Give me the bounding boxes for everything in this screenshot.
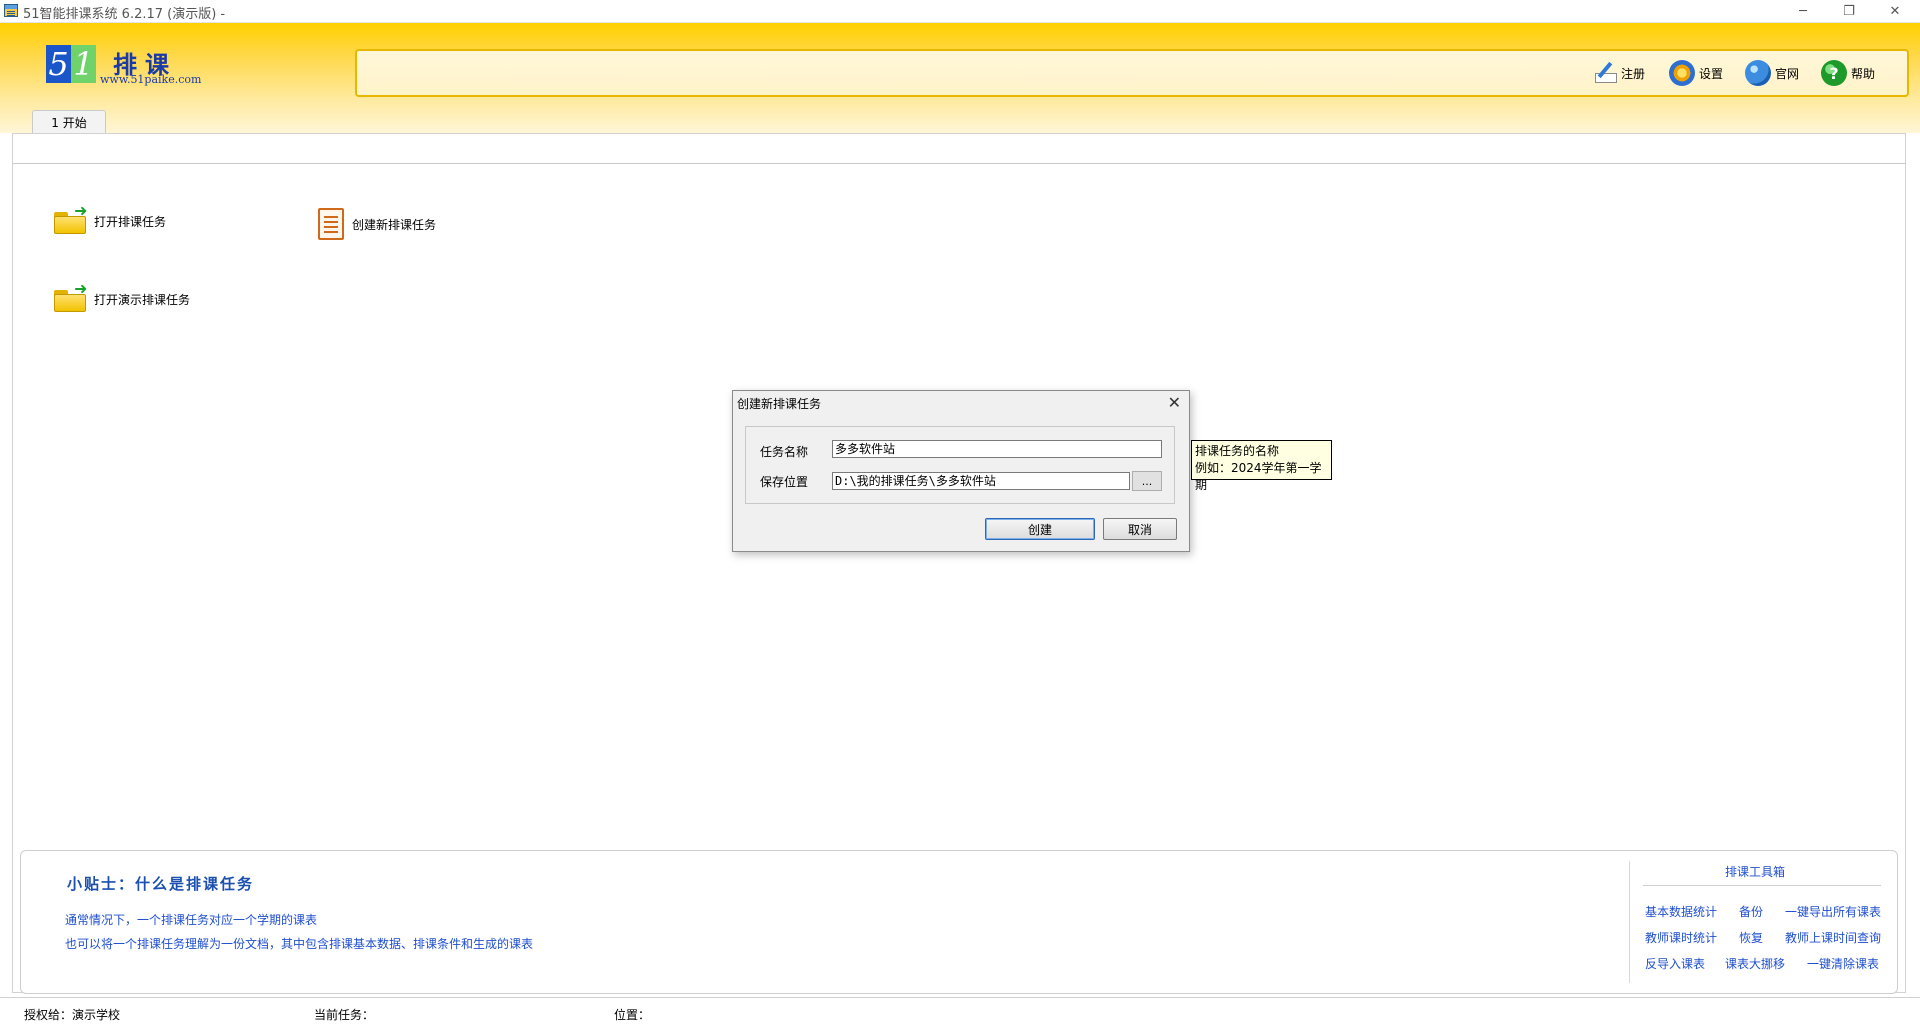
status-licensed: 授权给：演示学校 bbox=[24, 1008, 121, 1022]
logo: 5 1 bbox=[46, 45, 96, 83]
toolbox-link-teacher-time-query[interactable]: 教师上课时间查询 bbox=[1785, 929, 1881, 946]
status-bar: 授权给：演示学校 当前任务： 位置： bbox=[0, 997, 1920, 1028]
dialog-fields-group: 任务名称 多多软件站 保存位置 D:\我的排课任务\多多软件站 ... bbox=[745, 426, 1175, 504]
website-label: 官网 bbox=[1775, 66, 1800, 81]
content-divider bbox=[12, 163, 1906, 164]
tips-line-2: 也可以将一个排课任务理解为一份文档，其中包含排课基本数据、排课条件和生成的课表 bbox=[65, 937, 534, 951]
toolbox-link-backup[interactable]: 备份 bbox=[1739, 903, 1763, 920]
logo-url: www.51paike.com bbox=[100, 73, 202, 86]
help-icon: ? bbox=[1821, 60, 1847, 86]
register-button[interactable]: 注册 bbox=[1593, 59, 1645, 87]
status-location: 位置： bbox=[614, 1008, 651, 1022]
toolbox-title: 排课工具箱 bbox=[1725, 865, 1786, 879]
toolbox-link-restore[interactable]: 恢复 bbox=[1739, 929, 1763, 946]
task-name-label: 任务名称 bbox=[760, 445, 809, 459]
tips-panel: 小贴士：什么是排课任务 通常情况下，一个排课任务对应一个学期的课表 也可以将一个… bbox=[20, 850, 1898, 994]
register-label: 注册 bbox=[1621, 66, 1646, 81]
app-header: 5 1 排课 www.51paike.com 注册 设置 官网 ? 帮助 bbox=[0, 23, 1920, 133]
gear-icon bbox=[1669, 60, 1695, 86]
toolbox-link-teacher-hours[interactable]: 教师课时统计 bbox=[1645, 929, 1717, 946]
tips-title: 小贴士：什么是排课任务 bbox=[67, 875, 255, 893]
create-task-label: 创建新排课任务 bbox=[352, 217, 437, 232]
task-name-input[interactable]: 多多软件站 bbox=[832, 440, 1162, 458]
toolbox-link-export-all[interactable]: 一键导出所有课表 bbox=[1785, 903, 1881, 920]
globe-icon bbox=[1745, 60, 1771, 86]
register-pen-icon bbox=[1593, 61, 1617, 85]
website-button[interactable]: 官网 bbox=[1745, 59, 1799, 87]
tooltip-line-1: 排课任务的名称 bbox=[1195, 444, 1280, 458]
window-titlebar: 51智能排课系统 6.2.17 (演示版) - ─ ❐ ✕ bbox=[0, 0, 1920, 23]
logo-digit-1: 1 bbox=[71, 45, 96, 83]
tips-line-1: 通常情况下，一个排课任务对应一个学期的课表 bbox=[65, 913, 318, 927]
dialog-close-icon[interactable]: ✕ bbox=[1168, 393, 1181, 412]
help-label: 帮助 bbox=[1851, 66, 1876, 81]
app-icon bbox=[4, 4, 18, 17]
cancel-button[interactable]: 取消 bbox=[1103, 518, 1177, 540]
open-demo-task-label: 打开演示排课任务 bbox=[94, 292, 191, 307]
task-name-tooltip: 排课任务的名称 例如：2024学年第一学期 bbox=[1191, 440, 1332, 492]
toolbox-link-basic-stats[interactable]: 基本数据统计 bbox=[1645, 903, 1717, 920]
browse-button[interactable]: ... bbox=[1132, 471, 1162, 491]
open-demo-task-action[interactable]: ➜ 打开演示排课任务 bbox=[54, 281, 191, 312]
toolbox-title-separator bbox=[1643, 885, 1881, 886]
toolbox-link-reverse-import[interactable]: 反导入课表 bbox=[1645, 955, 1705, 972]
open-task-label: 打开排课任务 bbox=[94, 214, 167, 229]
logo-digit-5: 5 bbox=[46, 45, 71, 83]
toolbox-link-clear-schedule[interactable]: 一键清除课表 bbox=[1807, 955, 1879, 972]
minimize-button[interactable]: ─ bbox=[1780, 0, 1826, 22]
create-task-action[interactable]: 创建新排课任务 bbox=[318, 208, 436, 240]
toolbox-divider bbox=[1629, 861, 1630, 983]
tooltip-line-2: 例如：2024学年第一学期 bbox=[1195, 461, 1322, 492]
status-current-task: 当前任务： bbox=[314, 1008, 375, 1022]
open-task-action[interactable]: ➜ 打开排课任务 bbox=[54, 203, 167, 234]
settings-button[interactable]: 设置 bbox=[1669, 59, 1723, 87]
save-location-label: 保存位置 bbox=[760, 475, 809, 489]
tab-start[interactable]: 1 开始 bbox=[32, 110, 106, 133]
folder-demo-icon: ➜ bbox=[54, 281, 87, 312]
help-button[interactable]: ? 帮助 bbox=[1821, 59, 1875, 87]
create-button[interactable]: 创建 bbox=[985, 518, 1095, 540]
dialog-title: 创建新排课任务 bbox=[737, 397, 822, 411]
top-toolbar: 注册 设置 官网 ? 帮助 bbox=[355, 49, 1909, 97]
create-task-dialog: 创建新排课任务 ✕ 任务名称 多多软件站 保存位置 D:\我的排课任务\多多软件… bbox=[732, 390, 1190, 552]
close-window-button[interactable]: ✕ bbox=[1872, 0, 1918, 22]
window-title: 51智能排课系统 6.2.17 (演示版) - bbox=[23, 7, 226, 22]
document-icon bbox=[318, 208, 344, 240]
restore-button[interactable]: ❐ bbox=[1826, 0, 1872, 22]
settings-label: 设置 bbox=[1699, 66, 1724, 81]
toolbox-link-move-schedule[interactable]: 课表大挪移 bbox=[1725, 955, 1785, 972]
save-location-input[interactable]: D:\我的排课任务\多多软件站 bbox=[832, 472, 1130, 490]
folder-open-icon: ➜ bbox=[54, 203, 87, 234]
